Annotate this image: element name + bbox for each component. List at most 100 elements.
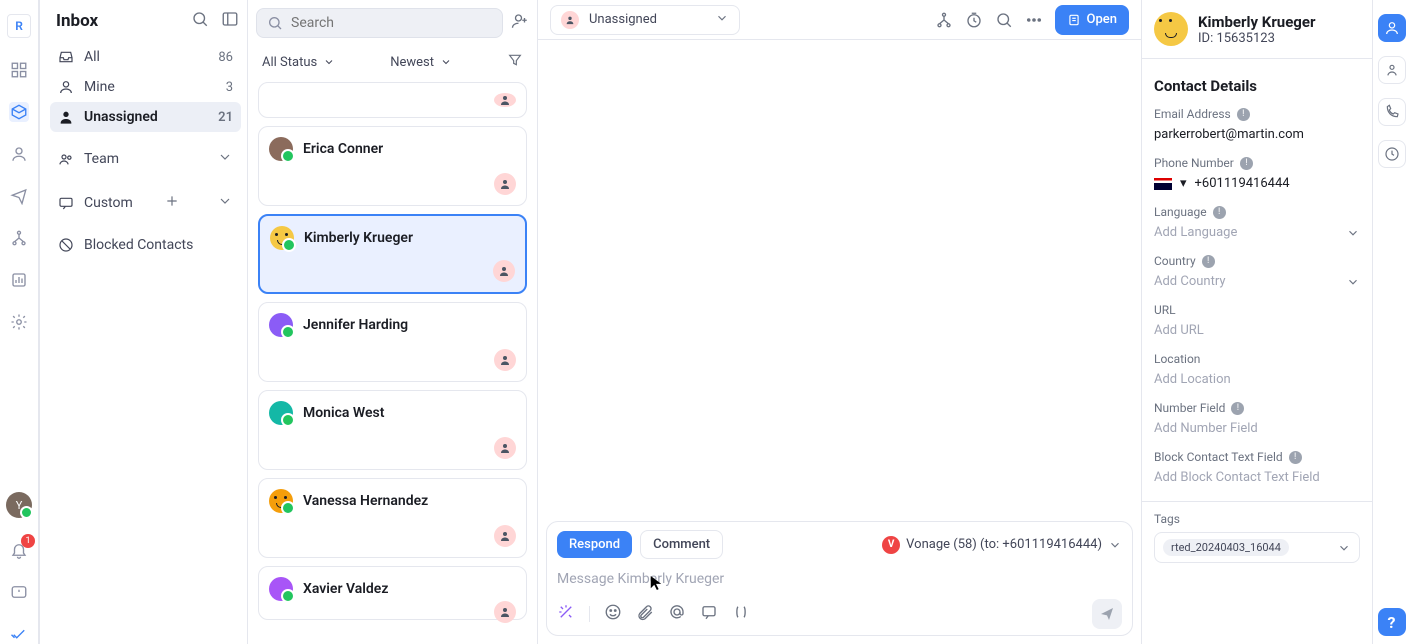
left-rail: R Y 1	[0, 0, 40, 644]
location-input[interactable]: Add Location	[1154, 366, 1360, 393]
app-logo[interactable]: R	[7, 14, 31, 38]
sort-filter[interactable]: Newest	[390, 55, 452, 70]
contact-name: Kimberly Krueger	[304, 230, 413, 246]
number-input[interactable]: Add Number Field	[1154, 415, 1360, 442]
phone-tab-icon[interactable]	[1378, 98, 1406, 126]
info-icon[interactable]: !	[1240, 157, 1253, 170]
conversation-item[interactable]: Monica West	[258, 390, 527, 470]
avatar	[269, 137, 293, 161]
open-button[interactable]: Open	[1055, 5, 1129, 35]
status-icon[interactable]	[9, 624, 29, 644]
vonage-icon: V	[882, 536, 900, 554]
channels-tab-icon[interactable]	[1378, 56, 1406, 84]
info-icon[interactable]: !	[1237, 108, 1250, 121]
broadcast-icon[interactable]	[9, 186, 29, 206]
sidebar-item-team[interactable]: Team	[50, 142, 241, 176]
sidebar-item-unassigned[interactable]: Unassigned 21	[50, 102, 241, 132]
inbox-title: Inbox	[56, 11, 98, 31]
sidebar-item-blocked[interactable]: Blocked Contacts	[50, 230, 241, 260]
language-select[interactable]: Add Language	[1154, 219, 1360, 246]
block-text-field: Block Contact Text Field! Add Block Cont…	[1142, 446, 1372, 495]
comment-tab[interactable]: Comment	[640, 530, 723, 559]
workflow-trigger-icon[interactable]	[935, 11, 953, 29]
message-input[interactable]	[557, 567, 1122, 591]
reports-icon[interactable]	[9, 270, 29, 290]
mention-icon[interactable]	[668, 603, 686, 625]
current-user-avatar[interactable]: Y	[6, 492, 32, 518]
notification-badge: 1	[21, 534, 35, 548]
chevron-down-icon	[217, 193, 233, 213]
composer: Respond Comment V Vonage (58) (to: +6011…	[546, 521, 1133, 636]
item-label: Blocked Contacts	[84, 237, 193, 253]
note-icon	[1067, 13, 1081, 27]
number-field: Number Field! Add Number Field	[1142, 397, 1372, 446]
conversation-item[interactable]: Jennifer Harding	[258, 302, 527, 382]
chat-icon	[58, 195, 74, 211]
ai-assist-icon[interactable]	[557, 603, 575, 625]
workflow-icon[interactable]	[9, 228, 29, 248]
contact-info-tab-icon[interactable]	[1378, 14, 1406, 42]
help-icon[interactable]	[9, 582, 29, 602]
conversation-item[interactable]: Vanessa Hernandez	[258, 478, 527, 558]
collapse-icon[interactable]	[221, 10, 239, 32]
contact-name: Vanessa Hernandez	[303, 493, 428, 509]
dashboard-icon[interactable]	[9, 60, 29, 80]
people-icon	[58, 151, 74, 167]
chevron-down-icon	[440, 56, 452, 68]
phone-value[interactable]: ▾+601119416444	[1154, 170, 1360, 197]
info-icon[interactable]: !	[1289, 451, 1302, 464]
sidebar-item-all[interactable]: All 86	[50, 42, 241, 72]
item-count: 21	[218, 110, 233, 125]
snippet-icon[interactable]	[700, 603, 718, 625]
notifications-icon[interactable]: 1	[9, 540, 29, 560]
email-value[interactable]: parkerrobert@martin.com	[1154, 121, 1360, 148]
tags-select[interactable]: rted_20240403_16044	[1154, 532, 1360, 563]
unassigned-avatar-icon	[561, 11, 579, 29]
conversation-item[interactable]: Xavier Valdez	[258, 566, 527, 620]
sidebar-item-mine[interactable]: Mine 3	[50, 72, 241, 102]
snooze-icon[interactable]	[965, 11, 983, 29]
conversation-item[interactable]: Erica Conner	[258, 126, 527, 206]
chevron-down-icon	[715, 10, 729, 29]
attachment-icon[interactable]	[636, 603, 654, 625]
conversation-item-partial[interactable]	[258, 82, 527, 118]
info-icon[interactable]: !	[1213, 206, 1226, 219]
emoji-icon[interactable]	[604, 603, 622, 625]
sidebar-item-custom[interactable]: Custom	[50, 186, 241, 220]
add-contact-icon[interactable]	[511, 12, 529, 34]
country-select[interactable]: Add Country	[1154, 268, 1360, 295]
filter-icon[interactable]	[507, 52, 523, 72]
block-input[interactable]: Add Block Contact Text Field	[1154, 464, 1360, 491]
assignee-dropdown[interactable]: Unassigned	[550, 5, 740, 35]
contact-name: Xavier Valdez	[303, 581, 388, 597]
chevron-down-icon	[1108, 538, 1122, 552]
inbox-search-icon[interactable]	[191, 10, 209, 32]
settings-icon[interactable]	[9, 312, 29, 332]
plus-icon[interactable]	[164, 193, 180, 213]
more-icon[interactable]	[1025, 11, 1043, 29]
channel-selector[interactable]: V Vonage (58) (to: +601119416444)	[882, 536, 1122, 554]
flag-icon	[1154, 178, 1172, 190]
chevron-down-icon	[1337, 541, 1351, 555]
search-input-wrap[interactable]	[256, 8, 503, 38]
search-conversation-icon[interactable]	[995, 11, 1013, 29]
info-icon[interactable]: !	[1202, 255, 1215, 268]
search-input[interactable]	[291, 15, 492, 31]
help-widget[interactable]: ?	[1378, 608, 1406, 636]
variable-icon[interactable]	[732, 603, 750, 625]
inbox-icon[interactable]	[9, 102, 29, 122]
item-label: Custom	[84, 195, 133, 211]
chevron-down-icon	[1346, 226, 1360, 240]
status-label: All Status	[262, 55, 317, 70]
respond-tab[interactable]: Respond	[557, 531, 632, 558]
info-icon[interactable]: !	[1231, 402, 1244, 415]
conversation-item-selected[interactable]: Kimberly Krueger	[258, 214, 527, 294]
item-label: Team	[84, 151, 119, 167]
status-filter[interactable]: All Status	[262, 55, 335, 70]
chevron-down-icon	[217, 149, 233, 169]
messages-area	[538, 40, 1141, 513]
activity-tab-icon[interactable]	[1378, 140, 1406, 168]
contacts-icon[interactable]	[9, 144, 29, 164]
url-input[interactable]: Add URL	[1154, 317, 1360, 344]
send-button[interactable]	[1092, 599, 1122, 629]
